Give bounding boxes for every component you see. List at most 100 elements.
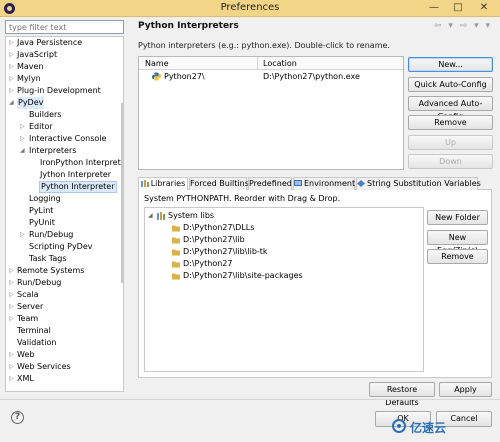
expand-arrow-icon[interactable]: ▷ (9, 373, 17, 385)
page-description: Python interpreters (e.g.: python.exe). … (138, 41, 390, 50)
tree-item-label: JavaScript (17, 50, 58, 59)
tab-forced-builtins[interactable]: Forced Builtins (189, 177, 249, 190)
collapse-arrow-icon[interactable]: ◢ (20, 145, 28, 157)
column-divider[interactable] (257, 57, 258, 70)
expand-arrow-icon[interactable]: ▷ (9, 301, 17, 313)
environment-icon (294, 180, 302, 186)
expand-arrow-icon[interactable]: ▷ (9, 313, 17, 325)
expand-arrow-icon[interactable]: ▷ (20, 121, 28, 133)
apply-button[interactable]: Apply (439, 382, 492, 397)
libraries-icon (140, 180, 149, 187)
lib-path-item[interactable]: D:\Python27\lib (172, 234, 422, 246)
lib-path-item[interactable]: D:\Python27\lib\lib-tk (172, 246, 422, 258)
column-header-location[interactable]: Location (263, 59, 297, 68)
libraries-panel: System PYTHONPATH. Reorder with Drag & D… (138, 190, 492, 378)
restore-defaults-button[interactable]: Restore Defaults (369, 382, 435, 407)
tree-item-label: Remote Systems (17, 266, 85, 275)
up-button[interactable]: Up (408, 135, 493, 150)
interpreter-name: Python27\ (164, 72, 205, 81)
preferences-tree: ▷ Java Persistence ▷ JavaScript ▷ Maven ▷ My… (5, 36, 124, 392)
minimize-button[interactable]: — (422, 1, 446, 15)
table-row[interactable]: Python27\ D:\Python27\python.exe (139, 70, 403, 83)
lib-path-label: D:\Python27\lib\site-packages (183, 271, 303, 280)
window-titlebar: Preferences — □ ✕ (0, 0, 500, 17)
lib-path-item[interactable]: D:\Python27 (172, 258, 422, 270)
expand-arrow-icon[interactable]: ▷ (9, 85, 17, 97)
collapse-arrow-icon[interactable]: ◢ (9, 97, 17, 109)
advanced-auto-config-button[interactable]: Advanced Auto-Config (408, 96, 493, 121)
variables-icon (357, 180, 365, 187)
expand-arrow-icon[interactable]: ▷ (9, 361, 17, 373)
tab-predefined[interactable]: Predefined (248, 177, 292, 190)
tree-item-label: Logging (29, 194, 61, 203)
tree-item-label: Team (17, 314, 39, 323)
tree-item-label: Builders (29, 110, 62, 119)
lib-path-item[interactable]: D:\Python27\lib\site-packages (172, 270, 422, 282)
tab-label: Forced Builtins (190, 179, 249, 188)
interpreter-location: D:\Python27\python.exe (263, 72, 360, 81)
lib-path-label: D:\Python27 (183, 259, 233, 268)
expand-arrow-icon[interactable]: ▷ (9, 49, 17, 61)
expand-arrow-icon[interactable]: ▷ (9, 349, 17, 361)
column-header-name[interactable]: Name (145, 59, 169, 68)
tab-label: String Substitution Variables (367, 179, 481, 188)
tree-item-label: Editor (29, 122, 53, 131)
folder-icon (172, 237, 180, 244)
tree-item-label: Run/Debug (17, 278, 62, 287)
new-folder-button[interactable]: New Folder (427, 210, 488, 225)
interpreters-table: Name Location Python27\ D:\Python27\pyth… (138, 56, 404, 170)
tree-item-label: Validation (17, 338, 57, 347)
expand-arrow-icon[interactable]: ▷ (9, 61, 17, 73)
maximize-button[interactable]: □ (446, 1, 470, 15)
libraries-icon (157, 212, 165, 220)
collapse-arrow-icon[interactable]: ◢ (148, 210, 153, 222)
watermark-logo-icon (392, 419, 406, 433)
tab-environment[interactable]: Environment (293, 177, 355, 190)
expand-arrow-icon[interactable]: ▷ (9, 37, 17, 49)
system-libs-label: System libs (168, 211, 215, 220)
history-nav-icons[interactable]: ⇦ ▾ ⇨ ▾ ▾ (434, 21, 492, 31)
tree-item-label: Maven (17, 62, 44, 71)
close-button[interactable]: ✕ (470, 1, 498, 15)
tree-item-label: PyUnit (29, 218, 55, 227)
tree-scrollbar[interactable] (121, 103, 123, 283)
tree-item-label: Python Interpreter (39, 181, 117, 193)
remove-lib-button[interactable]: Remove (427, 249, 488, 264)
expand-arrow-icon[interactable]: ▷ (9, 73, 17, 85)
folder-icon (172, 249, 180, 256)
tab-libraries[interactable]: Libraries (138, 177, 188, 191)
new-interpreter-button[interactable]: New... (408, 57, 493, 72)
tree-item-label: Task Tags (29, 254, 67, 263)
footer-separator (0, 399, 500, 400)
tree-item-label: Web Services (17, 362, 71, 371)
tree-item-label: Mylyn (17, 74, 41, 83)
tree-item-label: PyLint (29, 206, 54, 215)
expand-arrow-icon[interactable]: ▷ (20, 229, 28, 241)
tree-item-label: PyDev (17, 97, 45, 109)
help-icon[interactable]: ? (11, 411, 24, 424)
new-egg-zip-button[interactable]: New Egg/Zip(s) (427, 230, 488, 255)
lib-path-label: D:\Python27\DLLs (183, 223, 255, 232)
expand-arrow-icon[interactable]: ▷ (20, 133, 28, 145)
tab-string-substitution-variables[interactable]: String Substitution Variables (356, 177, 481, 190)
tab-label: Predefined (249, 179, 292, 188)
expand-arrow-icon[interactable]: ▷ (9, 289, 17, 301)
tree-item-label: Terminal (17, 326, 51, 335)
tree-item-label: Jython Interpreter (40, 170, 112, 179)
expand-arrow-icon[interactable]: ▷ (9, 277, 17, 289)
down-button[interactable]: Down (408, 154, 493, 169)
quick-auto-config-button[interactable]: Quick Auto-Config (408, 77, 493, 92)
filter-input[interactable] (5, 20, 124, 34)
tree-item-label: Interactive Console (29, 134, 107, 143)
tab-label: Environment (304, 179, 356, 188)
tree-item-label: Plug-in Development (17, 86, 101, 95)
remove-interpreter-button[interactable]: Remove (408, 115, 493, 130)
expand-arrow-icon[interactable]: ▷ (9, 265, 17, 277)
tree-item-label: Interpreters (29, 146, 77, 155)
folder-icon (172, 261, 180, 268)
tab-label: Libraries (150, 179, 186, 188)
tree-item-label: Web (17, 350, 35, 359)
lib-path-label: D:\Python27\lib\lib-tk (183, 247, 268, 256)
system-libs-node[interactable]: ◢ System libs (148, 210, 418, 222)
lib-path-item[interactable]: D:\Python27\DLLs (172, 222, 422, 234)
